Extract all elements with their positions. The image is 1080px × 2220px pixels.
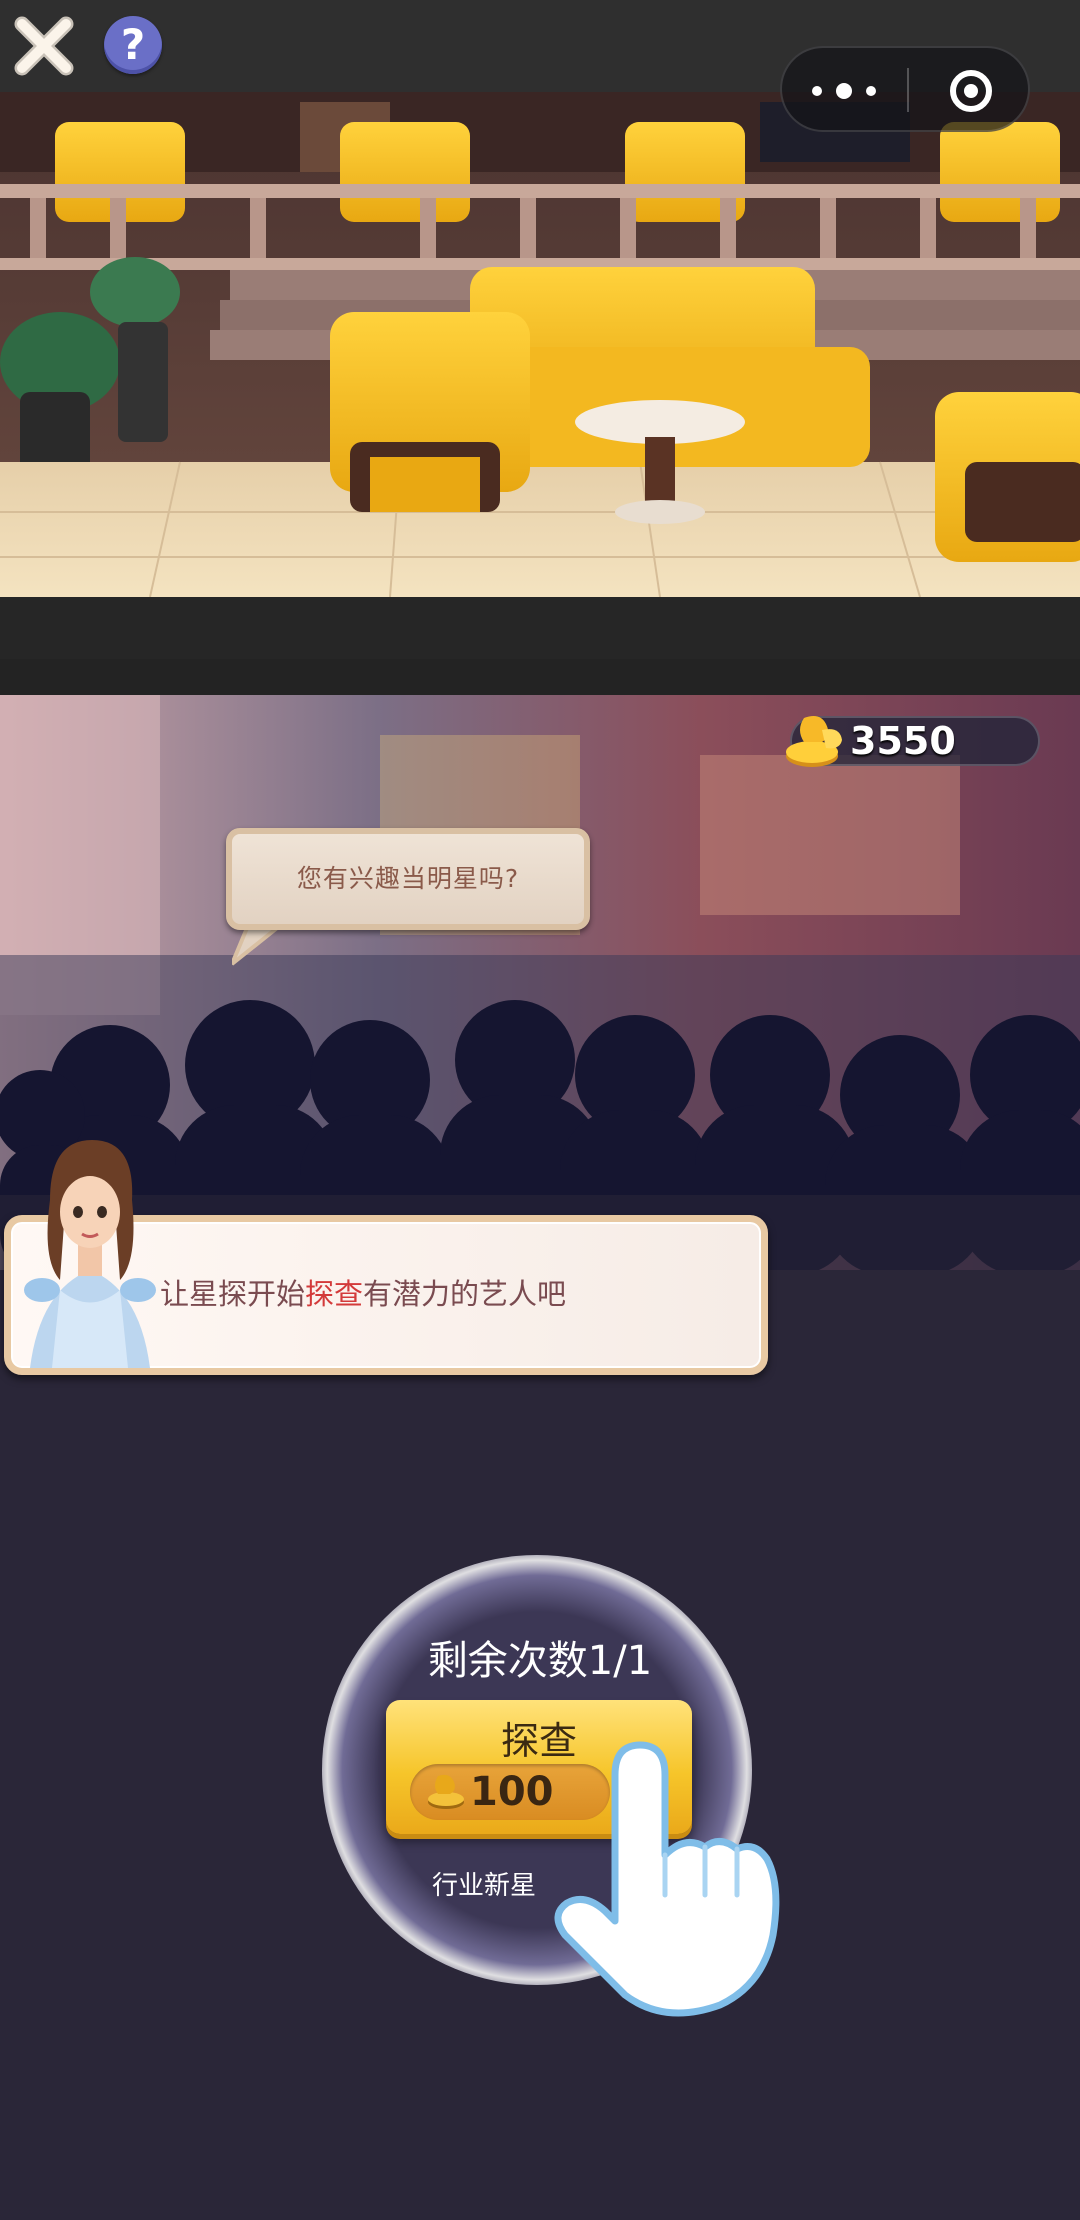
help-button[interactable]: ?: [104, 16, 162, 74]
divider-band: [0, 597, 1080, 695]
cost-amount: 100: [470, 1769, 554, 1815]
dialog-text: 让星探开始探查有潜力的艺人吧: [160, 1244, 750, 1344]
dialog-text-end: 有潜力的艺人吧: [363, 1277, 567, 1311]
target-circle-icon[interactable]: [948, 68, 994, 114]
speech-text: 您有兴趣当明星吗?: [296, 864, 520, 893]
crowd-scene: [0, 695, 1080, 1270]
gold-coins-icon: [782, 712, 852, 772]
capsule-menu: [780, 46, 1030, 132]
dialog-text-highlight: 探查: [305, 1277, 364, 1311]
more-dots-icon[interactable]: [812, 79, 882, 103]
remaining-count: 剩余次数1/1: [427, 1638, 653, 1684]
gold-coins-icon: [424, 1772, 468, 1812]
coin-amount: 3550: [850, 719, 956, 763]
dialog-text-start: 让星探开始: [160, 1277, 306, 1311]
tap-hand-icon: [545, 1735, 785, 2020]
speech-bubble: 您有兴趣当明星吗?: [226, 828, 590, 930]
hostess-avatar: [20, 1140, 160, 1368]
reward-label: 行业新星: [432, 1871, 537, 1901]
close-icon[interactable]: [12, 14, 76, 78]
lounge-scene: [0, 92, 1080, 597]
